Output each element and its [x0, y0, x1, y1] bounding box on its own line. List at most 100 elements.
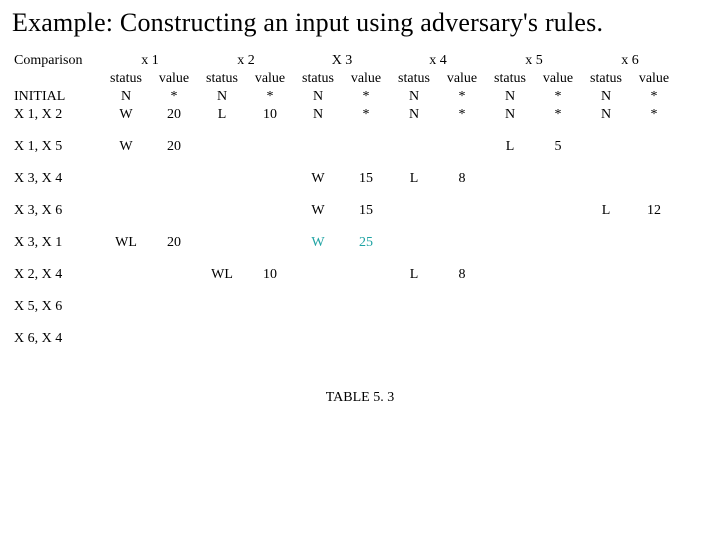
cell-value	[630, 298, 678, 330]
cell-status: L	[582, 202, 630, 234]
col-x6-status: status	[582, 70, 630, 88]
cell-value	[438, 202, 486, 234]
cell-status: L	[390, 266, 438, 298]
cell-status	[390, 330, 438, 362]
cell-status	[486, 170, 534, 202]
cell-status	[582, 330, 630, 362]
cell-value: *	[150, 88, 198, 106]
cell-status	[198, 138, 246, 170]
cell-value	[342, 138, 390, 170]
row-label: X 2, X 4	[12, 266, 102, 298]
cell-value	[630, 330, 678, 362]
row-label: X 3, X 1	[12, 234, 102, 266]
cell-status	[486, 234, 534, 266]
cell-status: W	[102, 138, 150, 170]
cell-value: *	[246, 88, 294, 106]
cell-value	[150, 202, 198, 234]
cell-status	[486, 298, 534, 330]
table-row: INITIALN*N*N*N*N*N*	[12, 88, 678, 106]
row-label: X 3, X 4	[12, 170, 102, 202]
cell-value	[438, 330, 486, 362]
adversary-table: Comparison x 1 x 2 X 3 x 4 x 5 x 6 statu…	[12, 52, 678, 362]
col-x1-value: value	[150, 70, 198, 88]
cell-value: *	[438, 106, 486, 138]
table-row: X 2, X 4WL10L8	[12, 266, 678, 298]
col-x1-status: status	[102, 70, 150, 88]
cell-status: L	[390, 170, 438, 202]
cell-value: *	[630, 106, 678, 138]
cell-value	[150, 170, 198, 202]
cell-status	[294, 138, 342, 170]
col-x5-value: value	[534, 70, 582, 88]
cell-status: L	[198, 106, 246, 138]
cell-value	[630, 266, 678, 298]
cell-value	[342, 298, 390, 330]
cell-status	[582, 234, 630, 266]
cell-value	[150, 330, 198, 362]
cell-value	[534, 330, 582, 362]
cell-value: *	[342, 88, 390, 106]
cell-status	[390, 234, 438, 266]
cell-value	[534, 234, 582, 266]
cell-value	[534, 266, 582, 298]
row-label: X 6, X 4	[12, 330, 102, 362]
cell-status: N	[294, 106, 342, 138]
cell-status	[198, 202, 246, 234]
cell-value: 10	[246, 266, 294, 298]
cell-value: 8	[438, 266, 486, 298]
cell-value	[150, 266, 198, 298]
cell-value: 25	[342, 234, 390, 266]
cell-value: *	[342, 106, 390, 138]
table-row: X 1, X 2W20L10N*N*N*N*	[12, 106, 678, 138]
cell-value: 8	[438, 170, 486, 202]
cell-status	[390, 298, 438, 330]
row-label: X 5, X 6	[12, 298, 102, 330]
cell-value	[630, 138, 678, 170]
col-x4-status: status	[390, 70, 438, 88]
cell-value	[246, 330, 294, 362]
cell-value: 20	[150, 138, 198, 170]
cell-value	[438, 298, 486, 330]
cell-value	[438, 234, 486, 266]
cell-status: N	[390, 88, 438, 106]
cell-status	[486, 202, 534, 234]
cell-value	[342, 266, 390, 298]
cell-status	[582, 266, 630, 298]
cell-status	[102, 330, 150, 362]
table-row: X 3, X 6W15L12	[12, 202, 678, 234]
col-x6-value: value	[630, 70, 678, 88]
cell-status: N	[102, 88, 150, 106]
col-x2-value: value	[246, 70, 294, 88]
cell-status: N	[582, 88, 630, 106]
cell-status	[486, 266, 534, 298]
cell-value	[246, 298, 294, 330]
cell-value	[534, 170, 582, 202]
cell-status	[198, 234, 246, 266]
col-x4: x 4	[390, 52, 486, 70]
cell-value	[630, 234, 678, 266]
col-x6: x 6	[582, 52, 678, 70]
cell-status: N	[390, 106, 438, 138]
cell-status	[102, 298, 150, 330]
cell-status: N	[486, 106, 534, 138]
cell-value	[246, 234, 294, 266]
cell-status: WL	[102, 234, 150, 266]
cell-status	[390, 138, 438, 170]
cell-value: 20	[150, 234, 198, 266]
col-x5: x 5	[486, 52, 582, 70]
col-x5-status: status	[486, 70, 534, 88]
cell-status	[198, 170, 246, 202]
cell-value	[342, 330, 390, 362]
cell-status: N	[582, 106, 630, 138]
corner-label: Comparison	[12, 52, 102, 70]
page-title: Example: Constructing an input using adv…	[12, 8, 708, 38]
cell-status	[294, 298, 342, 330]
table-row: X 6, X 4	[12, 330, 678, 362]
row-label: X 1, X 2	[12, 106, 102, 138]
cell-status	[198, 298, 246, 330]
cell-value: 20	[150, 106, 198, 138]
cell-value: 10	[246, 106, 294, 138]
cell-value: *	[438, 88, 486, 106]
cell-value	[246, 138, 294, 170]
col-x3-value: value	[342, 70, 390, 88]
